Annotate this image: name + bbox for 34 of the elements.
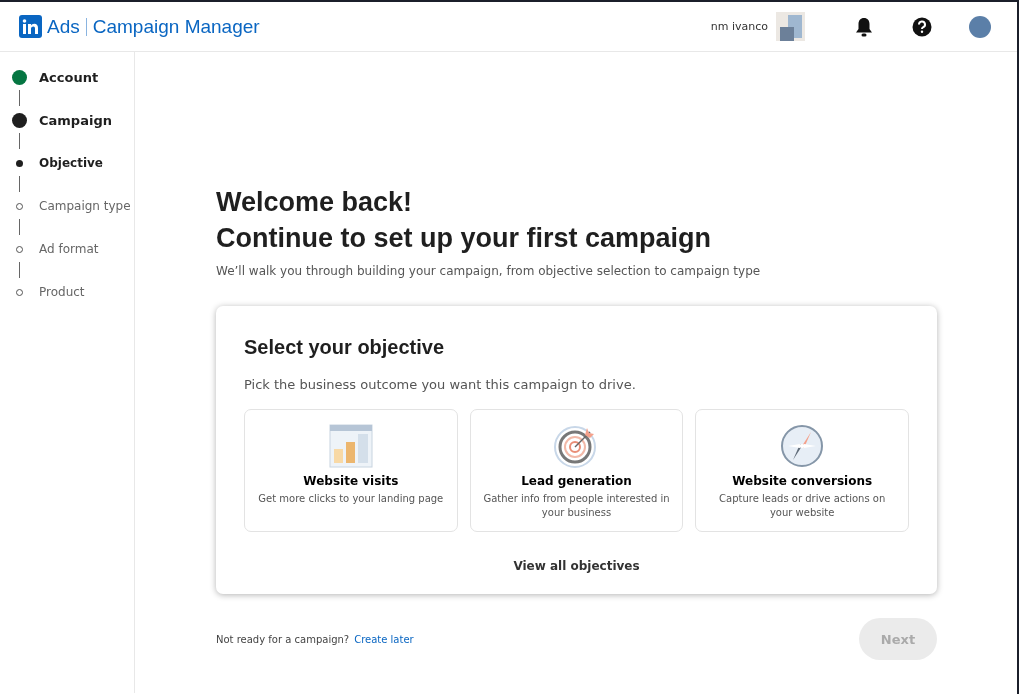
create-later-link[interactable]: Create later — [354, 633, 414, 645]
step-label[interactable]: Campaign — [39, 112, 112, 128]
intro-text: We’ll walk you through building your campaign, from objective selection to campaign type — [216, 264, 762, 278]
step-label[interactable]: Ad format — [39, 242, 99, 256]
objective-option[interactable]: Lead generation Gather info from people interested in your business — [469, 409, 684, 532]
account-name: nm ivanco — [710, 20, 768, 33]
compass-icon — [780, 424, 825, 468]
step-label[interactable]: Campaign type — [39, 199, 131, 213]
card-title: Select your objective — [244, 336, 446, 359]
option-description: Capture leads or drive actions on your website — [718, 492, 887, 520]
option-description: Gather info from people interested in your business — [482, 492, 671, 520]
footer-prompt: Not ready for a campaign? — [216, 633, 350, 645]
option-title: Website conversions — [732, 474, 873, 488]
help-icon[interactable] — [911, 15, 933, 38]
page-heading: Continue to set up your first campaign — [216, 222, 713, 255]
product-name: Campaign Manager — [92, 15, 260, 38]
objective-option[interactable]: Website conversions Capture leads or drive actions on your website — [695, 409, 909, 532]
bar-chart-window-icon — [328, 424, 373, 468]
page-heading: Welcome back! — [216, 186, 414, 219]
option-title: Website visits — [303, 474, 399, 488]
step-label[interactable]: Account — [39, 69, 99, 85]
objective-option[interactable]: Website visits Get more clicks to your landing page — [244, 409, 458, 532]
target-dart-icon — [554, 424, 599, 468]
option-description: Get more clicks to your landing page — [257, 492, 445, 506]
card-subtitle: Pick the business outcome you want this campaign to drive. — [244, 377, 637, 392]
profile-avatar[interactable] — [969, 15, 991, 38]
step-label[interactable]: Objective — [39, 156, 103, 170]
step-label[interactable]: Product — [39, 285, 85, 299]
notifications-bell-icon[interactable] — [853, 15, 875, 38]
option-title: Lead generation — [521, 474, 632, 488]
view-all-objectives-link[interactable]: View all objectives — [507, 558, 646, 574]
linkedin-logo-icon — [19, 15, 42, 38]
account-logo-icon[interactable] — [776, 12, 805, 41]
brand-name: Ads — [47, 15, 80, 38]
